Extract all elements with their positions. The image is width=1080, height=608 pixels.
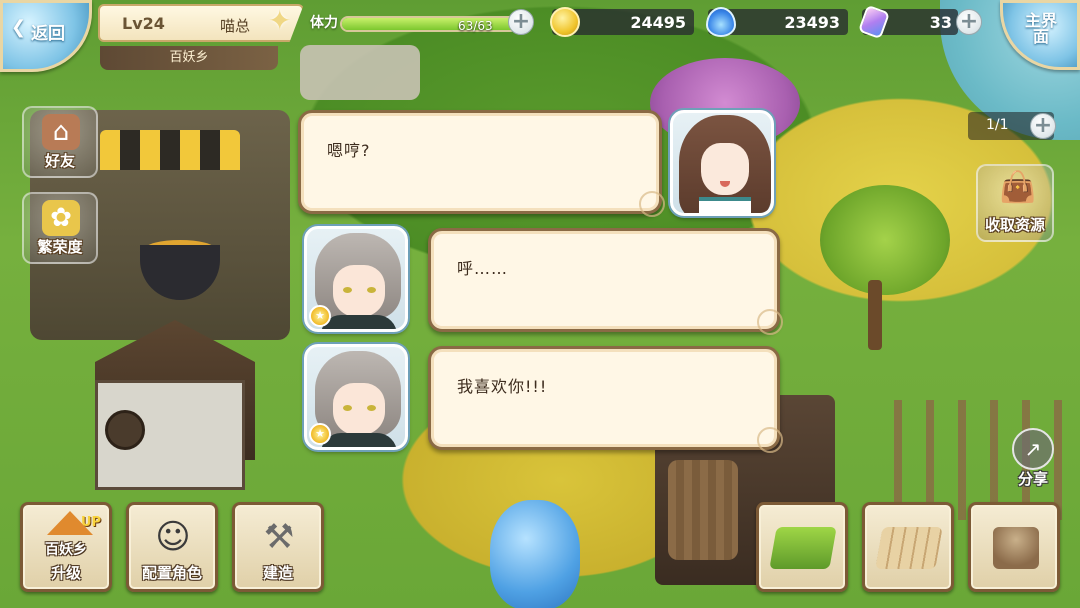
assign-label: 配置角色 <box>141 564 202 582</box>
share-label: 分享 <box>1017 470 1048 488</box>
bubble-ornament <box>757 427 783 453</box>
back-label: 返回 <box>31 24 65 44</box>
gold-value: 24495 <box>630 13 686 32</box>
girl-collar <box>699 197 751 213</box>
stamina-label: 体力 <box>310 15 338 31</box>
friends-label: 好友 <box>44 152 75 170</box>
gold-coin-icon <box>550 7 580 37</box>
star-badge-icon: ★ <box>309 305 331 327</box>
bubble-ornament <box>639 191 665 217</box>
friends-button[interactable]: ⌂ 好友 <box>22 106 98 178</box>
grass-tile-button[interactable] <box>756 502 848 592</box>
green-tree <box>820 185 950 295</box>
boy-portrait-2: ★ <box>304 344 408 450</box>
back-arrow-icon: ❮ <box>11 17 27 38</box>
right-eye <box>367 405 376 411</box>
floor-tile-icon <box>875 527 943 569</box>
tree-trunk <box>868 280 882 350</box>
collect-resources-button[interactable]: 👜 收取资源 <box>976 164 1054 242</box>
hammer-icon: ⚒ <box>263 517 295 557</box>
girl-face <box>701 143 749 195</box>
crystal-display: 33 <box>857 4 958 40</box>
stamina-value: 63/63 <box>458 19 493 33</box>
player-name: 喵总 <box>220 17 251 35</box>
blue-flame-icon <box>706 7 736 37</box>
region-name: 百妖乡 <box>100 46 278 70</box>
build-button[interactable]: ⚒ 建造 <box>232 502 324 592</box>
bubble-ornament <box>757 309 783 335</box>
girl-portrait <box>670 110 774 216</box>
upgrade-up-text: UP <box>81 515 102 530</box>
striped-awning <box>100 130 240 170</box>
round-window <box>105 410 145 450</box>
add-crystal-button[interactable]: + <box>956 9 982 35</box>
stone-ruins <box>300 45 420 100</box>
add-visitor-button[interactable]: + <box>1030 113 1056 139</box>
blue-slime-spirit[interactable] <box>490 500 580 608</box>
crystal-value: 33 <box>929 13 952 32</box>
crystal-icon <box>857 4 891 40</box>
floor-tile-button[interactable] <box>862 502 954 592</box>
counter-value: 1/1 <box>986 117 1009 133</box>
barrel <box>668 460 738 560</box>
dialogue-text-2: 呼…… <box>457 259 509 278</box>
prosperity-icon: ✿ <box>42 200 80 236</box>
player-level: Lv24 <box>122 14 165 33</box>
stump-decor-button[interactable] <box>968 502 1060 592</box>
boy-face <box>333 265 385 317</box>
prosperity-label: 繁荣度 <box>37 238 83 256</box>
share-icon: ↗ <box>1012 428 1054 470</box>
assign-character-button[interactable]: ☺ 配置角色 <box>126 502 218 592</box>
star-icon: ✦ <box>268 4 292 37</box>
boy-portrait-1: ★ <box>304 226 408 332</box>
character-icon: ☺ <box>155 517 191 557</box>
left-eye <box>343 405 352 411</box>
star-badge-icon: ★ <box>309 423 331 445</box>
upgrade-label: 升级 <box>50 564 81 582</box>
dialogue-bubble-1[interactable]: 嗯哼? <box>298 110 665 217</box>
stamina-bar: 体力 63/63 <box>308 8 534 36</box>
add-stamina-button[interactable]: + <box>508 9 534 35</box>
upgrade-village-button[interactable]: UP 百妖乡 升级 <box>20 502 112 592</box>
boy-collar <box>321 315 397 329</box>
tree-stump-icon <box>993 527 1039 569</box>
build-label: 建造 <box>262 564 293 582</box>
dialogue-text-3: 我喜欢你!!! <box>457 377 548 396</box>
dialogue-bubble-2[interactable]: 呼…… <box>428 228 783 335</box>
friends-house-icon: ⌂ <box>42 114 80 150</box>
spirit-value: 23493 <box>784 13 840 32</box>
left-eye <box>343 287 352 293</box>
boy-face <box>333 383 385 435</box>
resource-bag-icon: 👜 <box>999 170 1037 205</box>
home-label: 主界面 <box>1024 11 1057 46</box>
collect-label: 收取资源 <box>984 216 1045 234</box>
spirit-display: 23493 <box>706 7 848 37</box>
top-bar: ❮ 返回 Lv24 喵总 ✦ 百妖乡 体力 63/63 + 24495 2349… <box>0 0 1080 72</box>
dialogue-text-1: 嗯哼? <box>327 141 371 160</box>
right-eye <box>367 287 376 293</box>
grass-tile-icon <box>769 527 837 569</box>
boy-collar <box>321 433 397 447</box>
upgrade-region: 百妖乡 <box>45 542 87 558</box>
dialogue-bubble-3[interactable]: 我喜欢你!!! <box>428 346 783 453</box>
share-button[interactable]: ↗ 分享 <box>1004 428 1062 488</box>
prosperity-button[interactable]: ✿ 繁荣度 <box>22 192 98 264</box>
gold-display: 24495 <box>550 7 694 37</box>
